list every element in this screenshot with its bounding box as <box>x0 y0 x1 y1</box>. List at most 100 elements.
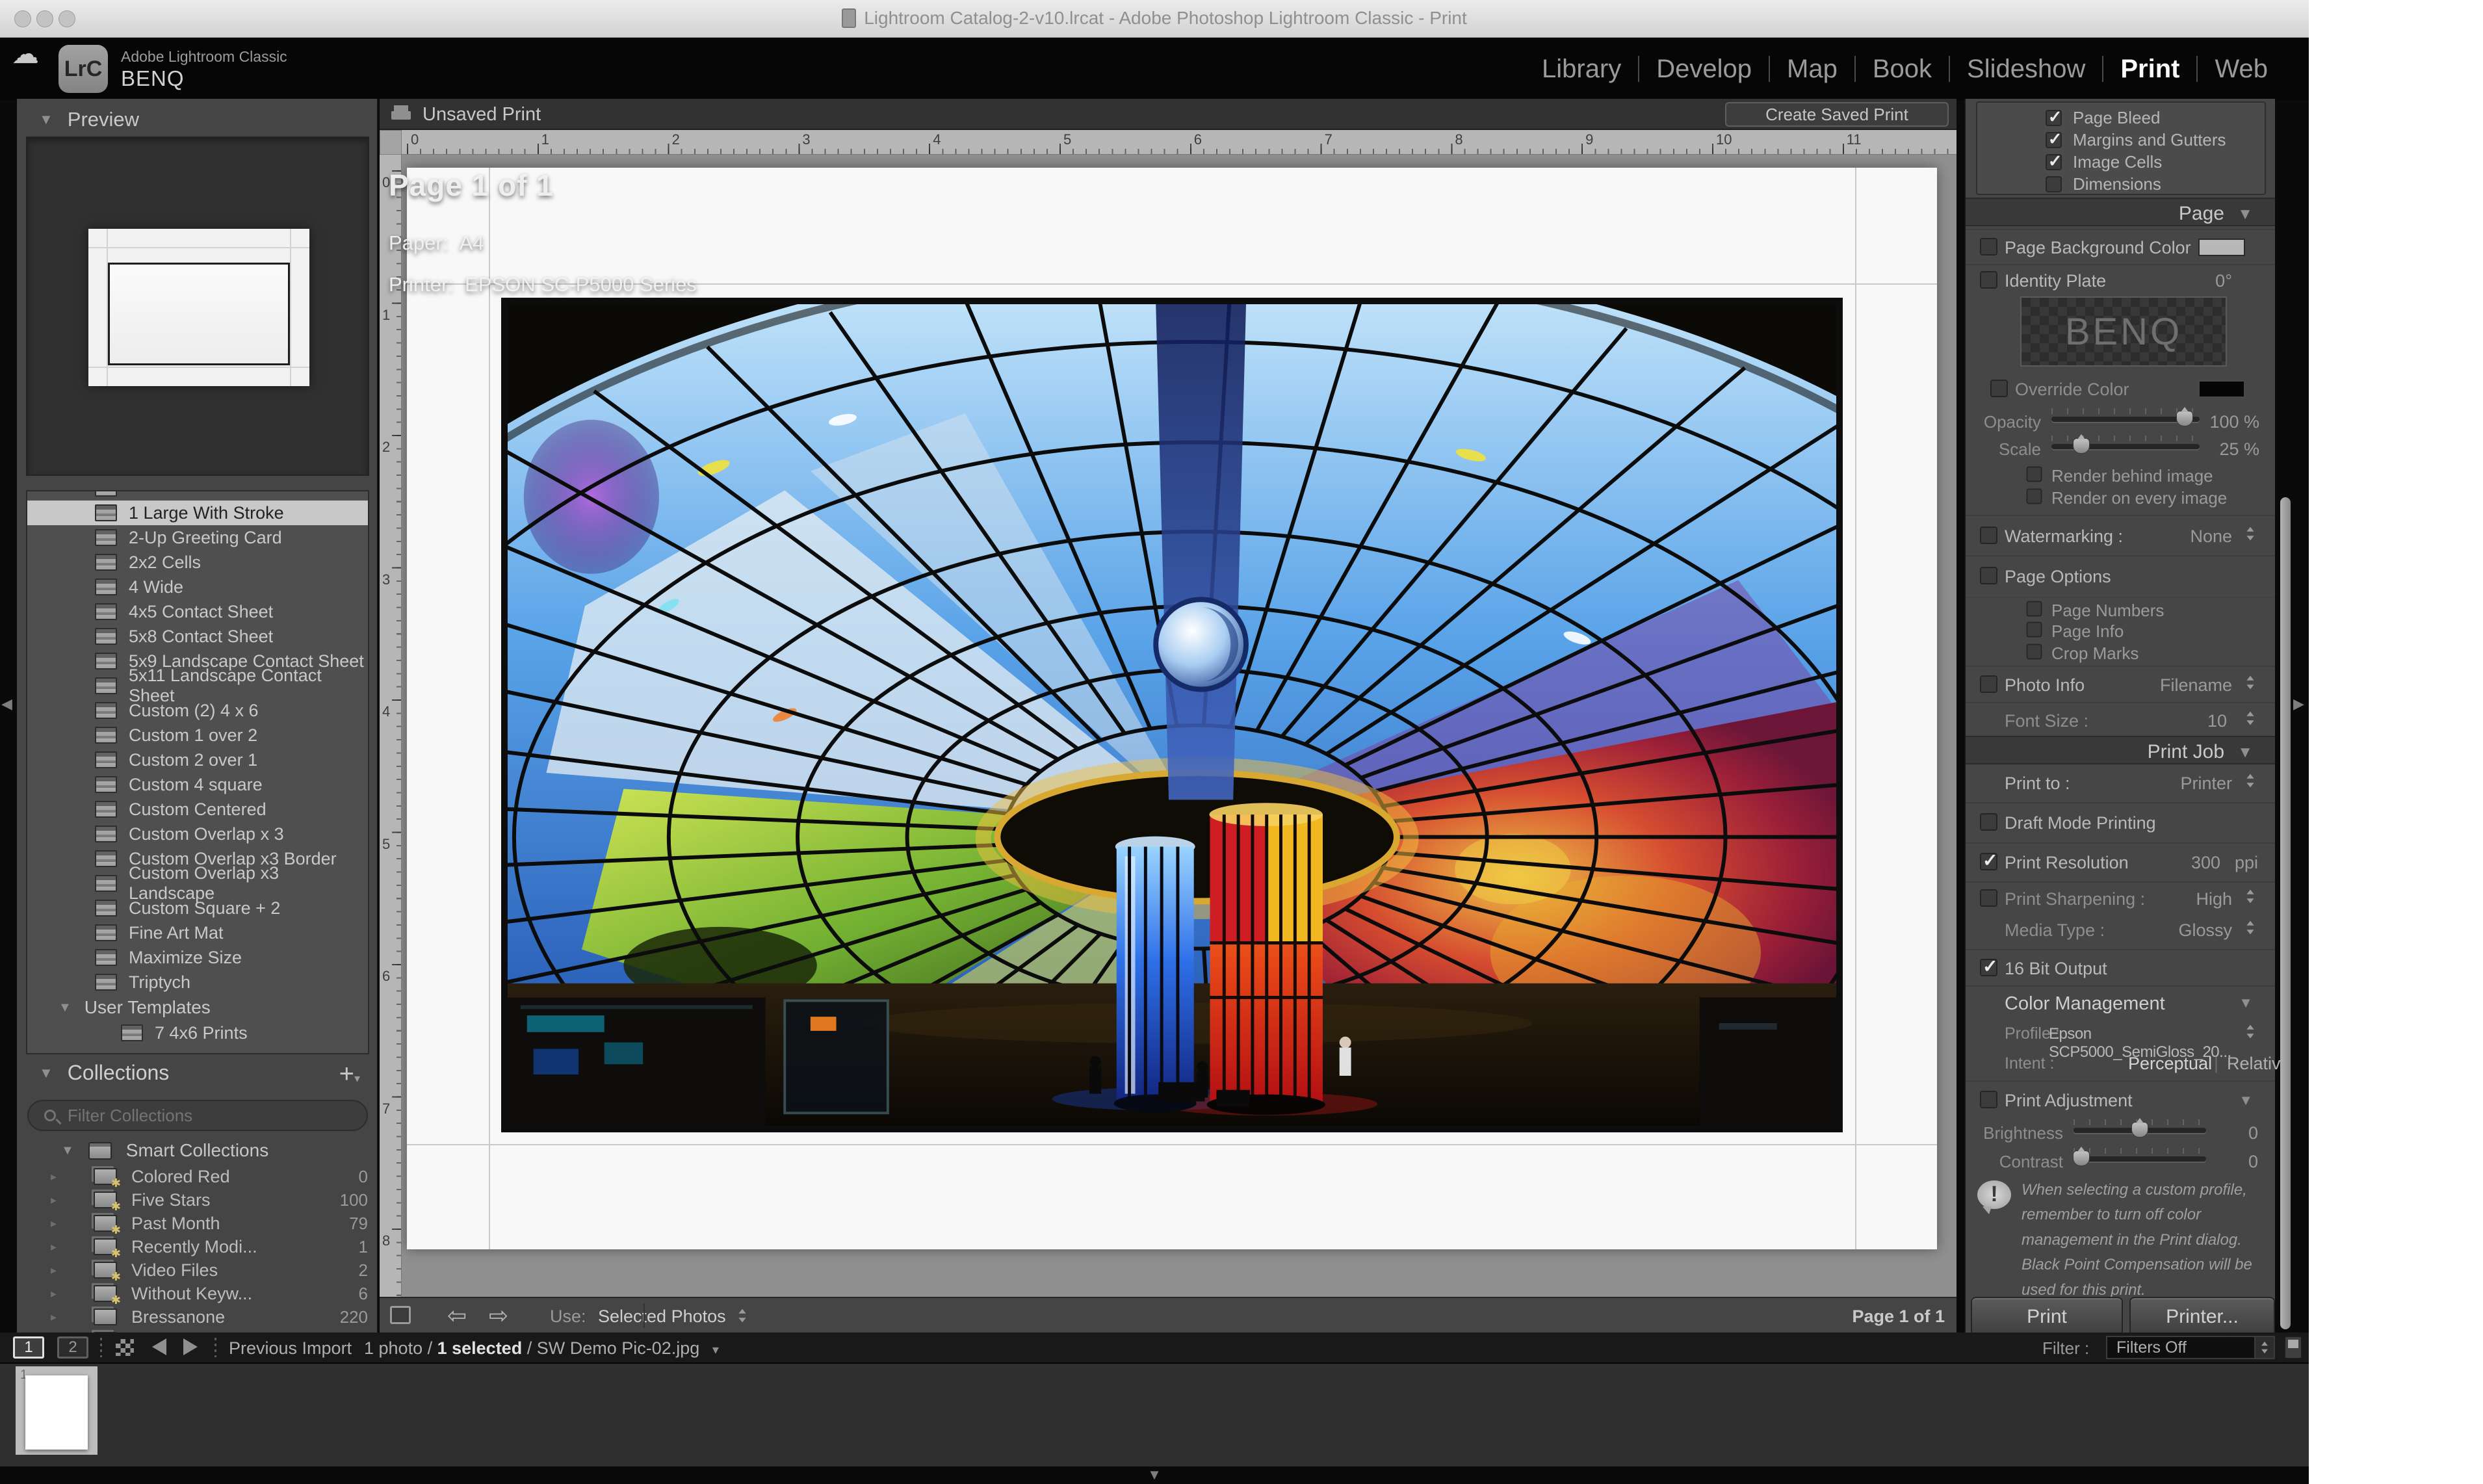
template-item[interactable]: Custom Square + 2 <box>27 896 368 920</box>
collection-item[interactable]: ▸ Bressanone 220 <box>17 1305 378 1329</box>
slider-thumb[interactable] <box>2131 1118 2148 1138</box>
grid-view-icon[interactable] <box>116 1339 134 1356</box>
font-size-value[interactable]: 10 <box>2207 711 2227 731</box>
scale-row[interactable]: Scale 25 % <box>1966 434 2275 463</box>
checkbox[interactable] <box>1990 380 2008 397</box>
draft-mode-row[interactable]: Draft Mode Printing <box>1966 802 2275 842</box>
print-button[interactable]: Print <box>1971 1297 2123 1337</box>
previous-photo-arrow[interactable] <box>152 1338 166 1355</box>
photo-thumbnail[interactable] <box>25 1375 88 1450</box>
stepper-icon[interactable] <box>2245 889 2256 904</box>
module-tab[interactable]: Slideshow <box>1950 55 2102 84</box>
intent-option-perceptual[interactable]: Perceptual <box>2128 1054 2212 1074</box>
filter-toggle-switch[interactable] <box>2284 1336 2302 1359</box>
checkbox[interactable]: ✓ <box>1980 956 1997 976</box>
checkbox[interactable]: ✓ <box>2046 151 2062 170</box>
module-tab[interactable]: Book <box>1856 55 1949 84</box>
intent-row[interactable]: Intent : Perceptual | Relative <box>1966 1049 2291 1080</box>
filter-preset-select[interactable]: Filters Off <box>2106 1336 2275 1359</box>
watermarking-value[interactable]: None <box>2190 527 2232 547</box>
slider-thumb[interactable] <box>2176 407 2194 426</box>
right-panel-scrollbar[interactable] <box>2280 497 2291 1329</box>
margin-guide[interactable] <box>1855 168 1856 1249</box>
media-type-row[interactable]: Media Type : Glossy <box>1966 915 2275 949</box>
brightness-row[interactable]: Brightness 0 <box>1966 1118 2275 1147</box>
identity-plate-preview[interactable]: BENQ <box>2020 296 2227 367</box>
scale-slider[interactable] <box>2051 434 2200 458</box>
template-item[interactable]: 4 Wide <box>27 575 368 599</box>
contrast-slider[interactable] <box>2073 1147 2206 1170</box>
template-item[interactable]: Fine Art Mat <box>27 920 368 945</box>
page-info-row[interactable]: Page Info <box>1966 619 2275 641</box>
brightness-slider[interactable] <box>2074 1118 2206 1141</box>
user-templates-group[interactable]: ▼ User Templates <box>27 995 368 1021</box>
previous-page-arrow[interactable]: ⇦ <box>447 1302 467 1329</box>
photo-image-cell[interactable] <box>501 298 1843 1132</box>
template-item[interactable]: 2x2 Cells <box>27 550 368 575</box>
checkbox[interactable]: ✓ <box>2046 107 2062 126</box>
render-every-row[interactable]: Render on every image <box>1966 486 2275 512</box>
page-section-header[interactable]: Page ▼ <box>1966 198 2275 226</box>
left-panel-collapse-arrow[interactable]: ◀ <box>1 697 12 711</box>
print-resolution-row[interactable]: ✓ Print Resolution 300 ppi <box>1966 842 2275 881</box>
opacity-row[interactable]: Opacity 100 % <box>1966 407 2275 436</box>
stepper-icon[interactable] <box>2245 675 2256 690</box>
photo-info-row[interactable]: Photo Info Filename <box>1966 666 2275 702</box>
stepper-icon[interactable] <box>2245 1024 2256 1039</box>
slider-thumb[interactable] <box>2072 434 2090 454</box>
right-panel-collapse-arrow[interactable]: ▶ <box>2293 697 2304 711</box>
preview-panel-header[interactable]: ▼ Preview <box>39 108 139 131</box>
checkbox[interactable] <box>2046 176 2062 192</box>
page-numbers-row[interactable]: Page Numbers <box>1966 597 2275 620</box>
checkbox[interactable]: ✓ <box>1980 850 1997 870</box>
collection-item[interactable]: ▸ Five Stars 100 <box>17 1188 378 1214</box>
stepper-icon[interactable] <box>2245 526 2256 541</box>
color-management-row[interactable]: Color Management ▼ <box>1966 985 2275 1019</box>
render-behind-row[interactable]: Render behind image <box>1966 464 2275 486</box>
stepper-icon[interactable] <box>2245 920 2256 935</box>
opacity-slider[interactable] <box>2051 407 2200 430</box>
background-color-swatch[interactable] <box>2198 239 2245 256</box>
printer-dialog-button[interactable]: Printer... <box>2129 1297 2275 1337</box>
resolution-value[interactable]: 300 <box>2191 853 2220 873</box>
template-item[interactable]: Custom 2 over 1 <box>27 748 368 772</box>
override-color-row[interactable]: Override Color <box>1966 373 2275 408</box>
checkbox[interactable] <box>2026 621 2042 638</box>
checkbox[interactable] <box>1980 527 1997 544</box>
create-saved-print-button[interactable]: Create Saved Print <box>1725 102 1949 127</box>
print-job-section-header[interactable]: Print Job ▼ <box>1966 736 2275 764</box>
add-collection-button[interactable]: +▾ <box>339 1060 360 1089</box>
checkbox[interactable] <box>1980 675 1997 693</box>
module-tab[interactable]: Print <box>2103 55 2196 84</box>
collection-item[interactable]: ▸ Video Files 2 <box>17 1258 378 1284</box>
stepper-icon[interactable] <box>737 1308 748 1323</box>
main-window-button[interactable]: 1 <box>13 1336 44 1359</box>
module-tab[interactable]: Library <box>1525 55 1638 84</box>
collections-panel-header[interactable]: ▼ Collections +▾ <box>39 1060 364 1088</box>
module-tab[interactable]: Web <box>2198 55 2285 84</box>
template-item[interactable]: Custom 4 square <box>27 772 368 797</box>
page-options-row[interactable]: Page Options <box>1966 555 2275 597</box>
template-item[interactable]: Custom Centered <box>27 797 368 822</box>
module-tab[interactable]: Develop <box>1639 55 1769 84</box>
collection-item[interactable]: ▸ Colored Red 0 <box>17 1165 378 1191</box>
identity-plate-row[interactable]: Identity Plate 0° <box>1966 264 2275 296</box>
checkbox[interactable] <box>1980 813 1997 831</box>
profile-row[interactable]: Profile : Epson SCP5000_SemiGloss_20... <box>1966 1019 2275 1061</box>
bottom-panel-collapse-arrow[interactable]: ▼ <box>1147 1468 1162 1482</box>
slider-thumb[interactable] <box>2073 1147 2090 1166</box>
checkbox[interactable] <box>1980 1091 1997 1108</box>
watermarking-row[interactable]: Watermarking : None <box>1966 515 2275 555</box>
bit-output-row[interactable]: ✓ 16 Bit Output <box>1966 949 2275 985</box>
crop-marks-row[interactable]: Crop Marks <box>1966 641 2275 666</box>
collection-item[interactable]: ▸ Recently Modi... 1 <box>17 1235 378 1261</box>
smart-collections-group[interactable]: ▼ Smart Collections <box>17 1138 378 1164</box>
checkbox[interactable] <box>1980 567 1997 584</box>
collection-item[interactable]: ▸ Past Month 79 <box>17 1212 378 1238</box>
stepper-icon[interactable] <box>2245 710 2256 726</box>
print-adjustment-row[interactable]: Print Adjustment ▼ <box>1966 1080 2275 1118</box>
identity-angle[interactable]: 0° <box>2215 271 2232 291</box>
stepper-icon[interactable] <box>2245 773 2256 788</box>
template-item[interactable]: 2-Up Greeting Card <box>27 525 368 550</box>
guide-option-row[interactable]: ✓ Image Cells <box>1977 151 2265 173</box>
